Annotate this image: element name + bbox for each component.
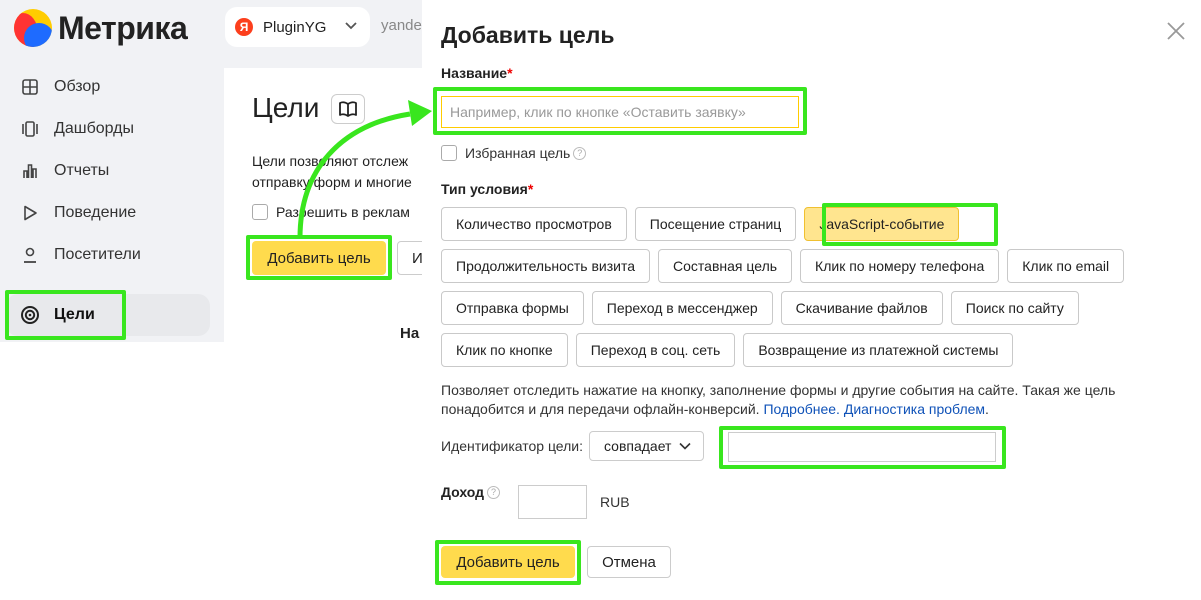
sidebar-item-label: Поведение <box>54 204 137 221</box>
allow-ads-checkbox[interactable] <box>252 204 268 220</box>
allow-ads-label: Разрешить в реклам <box>276 204 410 220</box>
condition-type-button[interactable]: Составная цель <box>658 249 793 283</box>
condition-type-label: Тип условия* <box>441 181 534 197</box>
sidebar-item-label: Цели <box>54 306 95 323</box>
condition-type-grid: Количество просмотров Посещение страниц … <box>441 207 1201 375</box>
sidebar-item-overview[interactable]: Обзор <box>0 66 224 108</box>
required-mark: * <box>507 65 513 81</box>
person-icon <box>20 245 40 265</box>
dashboards-icon <box>20 119 40 139</box>
counter-selector[interactable]: Я PluginYG <box>225 7 370 47</box>
help-book-button[interactable] <box>331 94 365 124</box>
metrika-logo-icon <box>14 9 52 47</box>
condition-type-button[interactable]: Клик по email <box>1007 249 1125 283</box>
close-icon[interactable] <box>1165 20 1187 42</box>
sidebar-item-label: Отчеты <box>54 162 110 179</box>
sidebar-item-behavior[interactable]: Поведение <box>0 192 224 234</box>
add-goal-submit-button[interactable]: Добавить цель <box>441 546 575 578</box>
counter-url: yande <box>381 17 422 34</box>
required-mark: * <box>527 181 534 197</box>
more-link[interactable]: Подробнее. <box>763 401 840 417</box>
condition-type-button[interactable]: Клик по номеру телефона <box>800 249 1000 283</box>
income-label: Доход <box>441 484 485 500</box>
favorite-goal-row[interactable]: Избранная цель ? <box>441 145 587 161</box>
match-type-value: совпадает <box>604 438 672 454</box>
add-goal-modal: Добавить цель Название* Избранная цель ?… <box>422 0 1201 600</box>
goal-id-label: Идентификатор цели: <box>441 438 584 454</box>
page-title: Цели <box>252 92 320 123</box>
income-row: Доход ? <box>441 484 501 500</box>
name-label: Название* <box>441 65 513 81</box>
condition-help-text: Позволяет отследить нажатие на кнопку, з… <box>441 382 1116 417</box>
condition-type-button[interactable]: Количество просмотров <box>441 207 627 241</box>
condition-type-button[interactable]: Продолжительность визита <box>441 249 651 283</box>
sidebar-item-label: Обзор <box>54 78 101 95</box>
sidebar-item-goals[interactable]: Цели <box>6 294 210 336</box>
sidebar-item-dashboards[interactable]: Дашборды <box>0 108 224 150</box>
match-type-select[interactable]: совпадает <box>589 431 705 461</box>
sidebar-item-visitors[interactable]: Посетители <box>0 234 224 276</box>
counter-name: PluginYG <box>263 18 327 36</box>
background-app: Метрика Я PluginYG yande Обзор Дашборды … <box>0 0 427 600</box>
favorite-goal-label: Избранная цель <box>465 145 571 161</box>
play-icon <box>20 203 40 223</box>
logo-text: Метрика <box>58 9 188 46</box>
currency-label: RUB <box>600 494 630 510</box>
condition-type-row: Количество просмотров Посещение страниц … <box>441 207 1201 241</box>
favorite-goal-checkbox[interactable] <box>441 145 457 161</box>
condition-type-button-selected[interactable]: JavaScript-событие <box>804 207 960 241</box>
condition-type-row: Клик по кнопке Переход в соц. сеть Возвр… <box>441 333 1201 367</box>
condition-type-button[interactable]: Клик по кнопке <box>441 333 568 367</box>
condition-type-button[interactable]: Отправка формы <box>441 291 584 325</box>
section-heading-fragment: На <box>400 325 420 342</box>
sidebar-item-reports[interactable]: Отчеты <box>0 150 224 192</box>
condition-type-button[interactable]: Посещение страниц <box>634 207 797 241</box>
condition-type-row: Отправка формы Переход в мессенджер Скач… <box>441 291 1201 325</box>
goal-id-input[interactable] <box>728 432 996 462</box>
bar-chart-icon <box>20 161 40 181</box>
cancel-button[interactable]: Отмена <box>587 546 671 578</box>
help-icon[interactable]: ? <box>573 146 587 160</box>
chevron-down-icon <box>679 442 692 450</box>
goal-name-input[interactable] <box>441 96 799 128</box>
sidebar-item-label: Дашборды <box>54 120 134 137</box>
income-input[interactable] <box>518 485 587 519</box>
chevron-down-icon <box>345 22 357 30</box>
yandex-icon: Я <box>235 18 253 36</box>
condition-type-button[interactable]: Переход в соц. сеть <box>575 333 736 367</box>
goal-id-row: Идентификатор цели: совпадает <box>441 431 705 461</box>
allow-ads-checkbox-row[interactable]: Разрешить в реклам <box>252 204 422 220</box>
sidebar-item-label: Посетители <box>54 246 141 263</box>
condition-type-button[interactable]: Переход в мессенджер <box>591 291 773 325</box>
condition-type-button[interactable]: Возвращение из платежной системы <box>743 333 1014 367</box>
condition-type-button[interactable]: Скачивание файлов <box>780 291 943 325</box>
metrika-logo[interactable]: Метрика <box>14 9 188 47</box>
add-goal-button-background[interactable]: Добавить цель <box>252 241 386 275</box>
help-icon[interactable]: ? <box>487 485 501 499</box>
modal-title: Добавить цель <box>441 22 615 48</box>
target-icon <box>20 305 40 325</box>
grid-icon <box>20 77 40 97</box>
book-icon <box>339 101 357 117</box>
goals-description: Цели позволяют отслеж отправку форм и мн… <box>252 153 412 190</box>
sidebar-nav: Обзор Дашборды Отчеты Поведение Посетите… <box>0 66 224 336</box>
condition-type-button[interactable]: Поиск по сайту <box>950 291 1079 325</box>
diagnostics-link[interactable]: Диагностика проблем <box>844 401 985 417</box>
condition-type-row: Продолжительность визита Составная цель … <box>441 249 1201 283</box>
